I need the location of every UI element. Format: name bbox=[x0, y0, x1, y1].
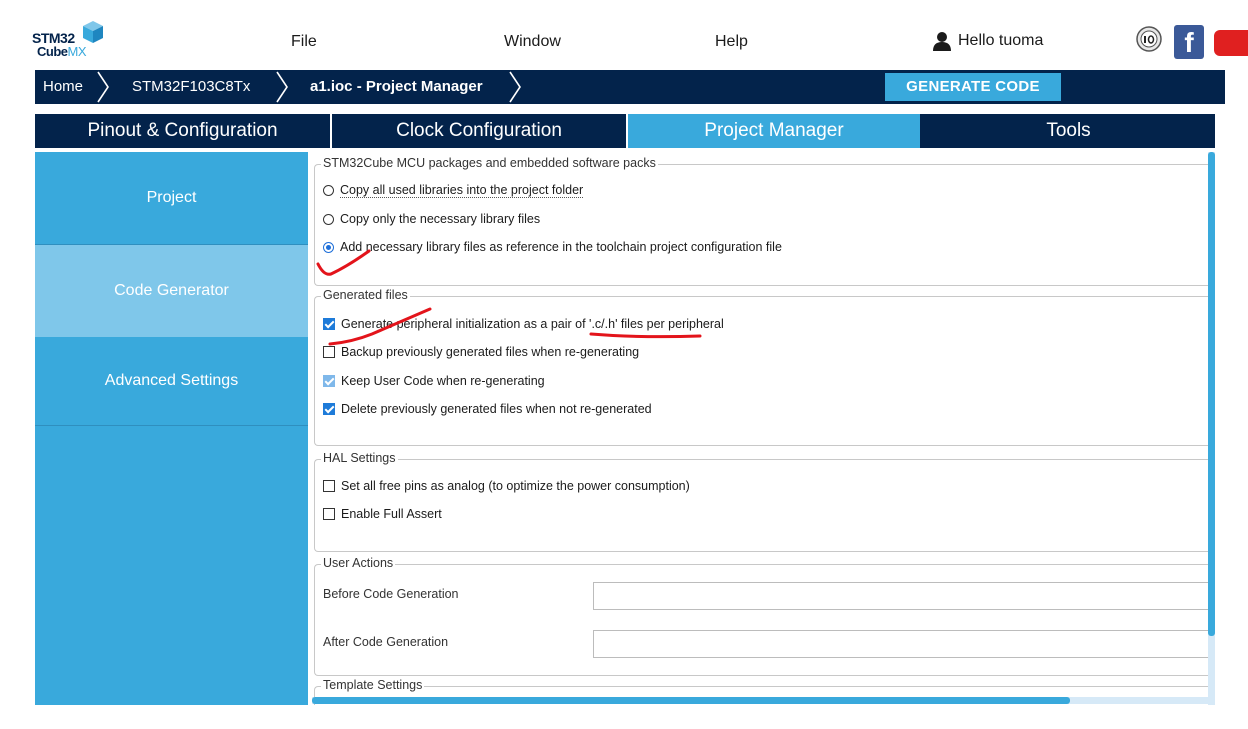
sidebar-item-advanced-settings[interactable]: Advanced Settings bbox=[35, 337, 308, 425]
checkbox-label: Keep User Code when re-generating bbox=[341, 374, 545, 388]
main-tabs: Pinout & Configuration Clock Configurati… bbox=[35, 114, 1215, 148]
breadcrumb-home[interactable]: Home bbox=[43, 70, 83, 104]
youtube-icon[interactable] bbox=[1214, 30, 1248, 56]
checkbox-keep-user-code[interactable]: Keep User Code when re-generating bbox=[323, 374, 545, 388]
breadcrumb-project[interactable]: a1.ioc - Project Manager bbox=[310, 70, 483, 104]
radio-copy-all-libraries[interactable]: Copy all used libraries into the project… bbox=[323, 183, 584, 198]
after-generation-input[interactable] bbox=[593, 630, 1208, 658]
checkbox-label: Enable Full Assert bbox=[341, 507, 442, 521]
vertical-scrollbar[interactable] bbox=[1208, 152, 1215, 705]
checkbox-label: Set all free pins as analog (to optimize… bbox=[341, 479, 690, 493]
checkbox-label: Delete previously generated files when n… bbox=[341, 402, 652, 416]
chevron-right-icon bbox=[276, 71, 288, 103]
menu-file[interactable]: File bbox=[291, 33, 317, 51]
horizontal-scrollbar-thumb[interactable] bbox=[312, 697, 1070, 704]
user-icon bbox=[933, 32, 951, 51]
menu-bar: STM32 CubeMX File Window Help Hello tuom… bbox=[0, 0, 1248, 70]
hal-settings-group: HAL Settings Set all free pins as analog… bbox=[314, 451, 1208, 552]
after-generation-label: After Code Generation bbox=[323, 635, 449, 649]
tab-clock-configuration[interactable]: Clock Configuration bbox=[332, 114, 626, 148]
tab-pinout-configuration[interactable]: Pinout & Configuration bbox=[35, 114, 330, 148]
breadcrumb-device[interactable]: STM32F103C8Tx bbox=[132, 70, 250, 104]
checkbox-checked[interactable] bbox=[323, 403, 335, 415]
user-menu[interactable]: Hello tuoma bbox=[932, 31, 1043, 51]
user-actions-legend: User Actions bbox=[321, 556, 396, 570]
user-greeting: Hello tuoma bbox=[958, 32, 1044, 49]
chevron-right-icon bbox=[97, 71, 109, 103]
radio-label: Copy all used libraries into the project… bbox=[340, 183, 584, 198]
checkbox-checked[interactable] bbox=[323, 318, 335, 330]
before-generation-label: Before Code Generation bbox=[323, 587, 459, 601]
checkbox-generate-peripheral-pair[interactable]: Generate peripheral initialization as a … bbox=[323, 317, 724, 331]
facebook-icon[interactable]: f bbox=[1174, 25, 1204, 59]
radio-button[interactable] bbox=[323, 185, 334, 196]
sidebar-divider bbox=[35, 425, 308, 426]
logo-text-cube: Cube bbox=[37, 44, 68, 59]
checkbox-free-pins-analog[interactable]: Set all free pins as analog (to optimize… bbox=[323, 479, 690, 493]
radio-button[interactable] bbox=[323, 213, 334, 225]
cube-icon bbox=[83, 21, 103, 43]
generated-files-legend: Generated files bbox=[321, 288, 410, 302]
radio-label: Add necessary library files as reference… bbox=[340, 240, 782, 254]
hal-settings-legend: HAL Settings bbox=[321, 451, 398, 465]
sidebar-item-project[interactable]: Project bbox=[35, 152, 308, 244]
tab-project-manager[interactable]: Project Manager bbox=[628, 114, 920, 148]
generate-code-button[interactable]: GENERATE CODE bbox=[885, 73, 1061, 101]
logo-text-mx: MX bbox=[67, 44, 87, 59]
menu-window[interactable]: Window bbox=[504, 33, 561, 51]
packages-legend: STM32Cube MCU packages and embedded soft… bbox=[321, 156, 658, 170]
checkbox-delete-previous-files[interactable]: Delete previously generated files when n… bbox=[323, 402, 652, 416]
horizontal-scrollbar[interactable] bbox=[312, 697, 1208, 704]
template-settings-legend: Template Settings bbox=[321, 678, 425, 692]
checkbox[interactable] bbox=[323, 508, 335, 520]
menu-help[interactable]: Help bbox=[715, 33, 748, 51]
radio-button-selected[interactable] bbox=[323, 241, 334, 253]
anniversary-badge-icon[interactable] bbox=[1136, 26, 1162, 52]
checkbox-label: Backup previously generated files when r… bbox=[341, 345, 640, 359]
breadcrumb: Home STM32F103C8Tx a1.ioc - Project Mana… bbox=[35, 70, 1225, 104]
sidebar-item-code-generator[interactable]: Code Generator bbox=[35, 245, 308, 337]
checkbox-backup-files[interactable]: Backup previously generated files when r… bbox=[323, 345, 639, 359]
radio-label: Copy only the necessary library files bbox=[340, 212, 541, 226]
checkbox[interactable] bbox=[323, 346, 335, 358]
stm32cubemx-logo: STM32 CubeMX bbox=[32, 20, 122, 66]
checkbox-checked-disabled[interactable] bbox=[323, 375, 335, 387]
checkbox[interactable] bbox=[323, 480, 335, 492]
before-generation-input[interactable] bbox=[593, 582, 1208, 610]
tab-tools[interactable]: Tools bbox=[922, 114, 1215, 148]
radio-copy-necessary-files[interactable]: Copy only the necessary library files bbox=[323, 212, 540, 226]
code-generator-panel: STM32Cube MCU packages and embedded soft… bbox=[312, 152, 1208, 705]
chevron-right-icon bbox=[509, 71, 521, 103]
checkbox-full-assert[interactable]: Enable Full Assert bbox=[323, 507, 442, 521]
sidebar: Project Code Generator Advanced Settings bbox=[35, 152, 308, 705]
checkbox-label: Generate peripheral initialization as a … bbox=[341, 317, 724, 331]
generated-files-group: Generated files Generate peripheral init… bbox=[314, 288, 1208, 446]
vertical-scrollbar-thumb[interactable] bbox=[1208, 152, 1215, 636]
user-actions-group: User Actions Before Code Generation Afte… bbox=[314, 556, 1208, 676]
packages-group: STM32Cube MCU packages and embedded soft… bbox=[314, 156, 1208, 286]
radio-add-as-reference[interactable]: Add necessary library files as reference… bbox=[323, 240, 782, 254]
